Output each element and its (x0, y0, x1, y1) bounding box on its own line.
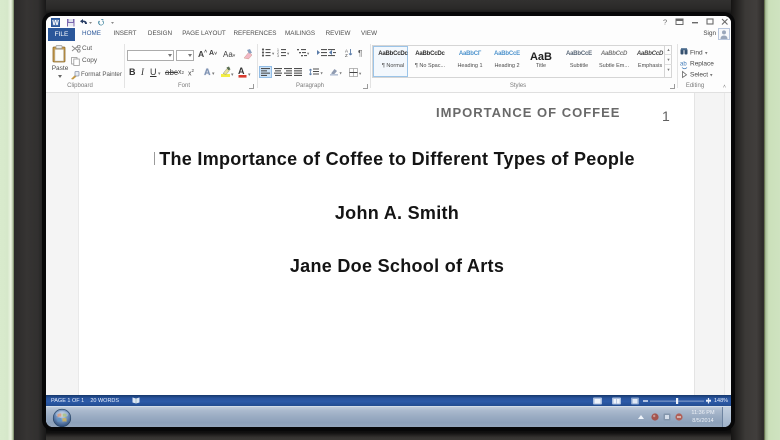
svg-text:▾: ▾ (307, 51, 310, 56)
svg-text:W: W (52, 20, 59, 27)
svg-text:Z: Z (345, 53, 348, 57)
svg-text:▾: ▾ (705, 51, 708, 57)
svg-text:▾: ▾ (321, 71, 324, 76)
svg-text:▾: ▾ (231, 72, 234, 78)
svg-text:▾: ▾ (287, 51, 290, 56)
svg-text:▾: ▾ (359, 71, 362, 76)
svg-text:¶: ¶ (358, 49, 362, 57)
svg-text:ab: ab (680, 62, 687, 68)
svg-text:?: ? (663, 18, 667, 26)
svg-text:▾: ▾ (248, 72, 251, 78)
svg-text:▾: ▾ (272, 51, 275, 56)
svg-text:Find: Find (690, 50, 703, 57)
svg-text:▾: ▾ (710, 73, 713, 79)
svg-text:Select: Select (690, 72, 708, 79)
svg-text:A: A (238, 66, 245, 76)
svg-text:3: 3 (277, 54, 279, 57)
svg-text:▾: ▾ (340, 71, 343, 76)
svg-text:Replace: Replace (690, 61, 714, 68)
